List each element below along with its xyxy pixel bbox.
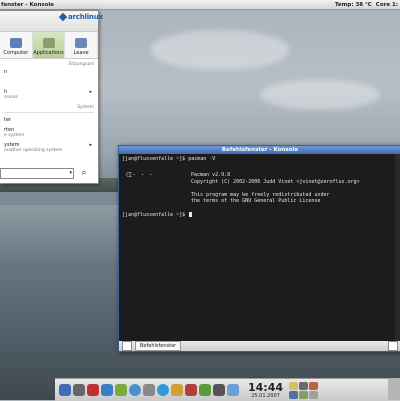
window-titlebar[interactable]: Befehlsfenster - Konsole bbox=[119, 146, 400, 154]
terminal-prompt: [jan@flussenfalle ~]$ bbox=[122, 212, 189, 218]
konsole-tabbar: Befehlsfenster bbox=[119, 341, 400, 351]
session-tab[interactable]: Befehlsfenster bbox=[135, 341, 182, 351]
clock-time: 14:44 bbox=[248, 380, 284, 394]
launcher-icon[interactable] bbox=[213, 384, 225, 396]
text-cursor bbox=[189, 212, 193, 217]
chevron-down-icon[interactable]: ▾ bbox=[69, 170, 72, 176]
tab-applications[interactable]: Applications bbox=[32, 32, 66, 58]
arch-logo-icon bbox=[58, 12, 68, 22]
cloud bbox=[150, 30, 290, 70]
terminal-line: [jan@flussenfalle ~]$ pacman -V bbox=[122, 156, 216, 162]
launcher-icon[interactable] bbox=[59, 384, 71, 396]
search-icon[interactable]: ⌕ bbox=[77, 167, 91, 179]
menu-item-submenu[interactable]: h ▸ ssions bbox=[0, 87, 98, 102]
tray-icon[interactable] bbox=[309, 381, 319, 390]
menu-header: archlinux bbox=[0, 11, 103, 32]
menu-tabs: Computer Applications Leave bbox=[0, 32, 99, 59]
archlinux-logo: archlinux bbox=[58, 12, 103, 22]
menu-item-description: e system bbox=[4, 133, 25, 138]
launcher-icon[interactable] bbox=[87, 384, 99, 396]
terminal-line: Copyright (C) 2002-2006 Judd Vinet <jvin… bbox=[191, 178, 360, 185]
tab-label: Leave bbox=[73, 50, 89, 56]
close-tab-button[interactable] bbox=[388, 341, 398, 351]
menu-search-row: ▾ ⌕ bbox=[0, 167, 98, 179]
system-tray bbox=[289, 381, 323, 399]
application-launcher-menu: archlinux Computer Applications Leave Si… bbox=[0, 10, 103, 184]
leave-icon bbox=[75, 38, 88, 48]
clock-date: 25.01.2007 bbox=[251, 392, 280, 399]
search-input[interactable] bbox=[1, 169, 65, 176]
divider bbox=[4, 112, 94, 113]
launcher-icon[interactable] bbox=[143, 384, 155, 396]
launcher-icon[interactable] bbox=[199, 384, 211, 396]
active-window-title[interactable]: fenster - Konsole bbox=[0, 2, 54, 8]
launcher-icon[interactable] bbox=[101, 384, 113, 396]
launcher-icon[interactable] bbox=[227, 384, 239, 396]
menu-item[interactable] bbox=[0, 77, 98, 87]
menu-item-submenu[interactable]: ystem ▸ another operating system bbox=[0, 140, 98, 155]
tab-label: Applications bbox=[33, 50, 64, 56]
new-tab-button[interactable] bbox=[122, 341, 132, 351]
menu-item-label: ter bbox=[4, 117, 12, 123]
terminal-scrollbar[interactable] bbox=[395, 154, 400, 341]
tab-computer[interactable]: Computer bbox=[0, 32, 33, 58]
menu-item[interactable]: rten e system bbox=[0, 125, 98, 140]
tab-label: Computer bbox=[3, 50, 29, 56]
launcher-icon[interactable] bbox=[73, 384, 85, 396]
tray-icon[interactable] bbox=[289, 381, 299, 390]
menu-item-label: n bbox=[4, 69, 8, 75]
logo-text: archlinux bbox=[68, 13, 103, 21]
session-tab-label: Befehlsfenster bbox=[140, 343, 177, 349]
temperature-monitor: Temp: 38 °C bbox=[334, 1, 372, 8]
clock[interactable]: 14:44 25.01.2007 bbox=[248, 382, 283, 399]
terminal-line: [jan@flussenfalle ~]$ bbox=[122, 212, 193, 219]
computer-icon bbox=[9, 38, 22, 48]
tray-icon[interactable] bbox=[309, 390, 319, 399]
pacman-icon: ᗧ· · · bbox=[126, 171, 153, 179]
tray-icon[interactable] bbox=[289, 390, 299, 399]
cloud bbox=[260, 80, 380, 110]
search-field[interactable]: ▾ bbox=[0, 167, 74, 179]
konsole-window: Befehlsfenster - Konsole [jan@flussenfal… bbox=[118, 145, 400, 352]
menu-item-description: another operating system bbox=[4, 148, 63, 153]
chevron-right-icon: ▸ bbox=[89, 142, 92, 148]
chevron-right-icon: ▸ bbox=[89, 89, 92, 95]
section-system: System bbox=[77, 105, 94, 110]
launcher-icon[interactable] bbox=[115, 384, 127, 396]
menu-item-description: ssions bbox=[4, 95, 18, 100]
tray-icon[interactable] bbox=[299, 381, 309, 390]
terminal-area[interactable]: [jan@flussenfalle ~]$ pacman -V ᗧ· · · P… bbox=[119, 154, 400, 341]
pacman-info: Pacman v2.9.8 Copyright (C) 2002-2006 Jud… bbox=[191, 172, 360, 205]
bottom-panel: 14:44 25.01.2007 bbox=[55, 378, 400, 401]
launcher-icon[interactable] bbox=[185, 384, 197, 396]
menu-item[interactable]: n bbox=[0, 67, 98, 77]
applications-icon bbox=[42, 38, 55, 48]
top-panel: fenster - Konsole Temp: 38 °C Core 1: bbox=[0, 0, 400, 10]
cpu-core-monitor: Core 1: bbox=[375, 1, 398, 8]
terminal-line: the terms of the GNU General Public Lice… bbox=[191, 198, 321, 204]
menu-item[interactable]: ter bbox=[0, 115, 98, 125]
launcher-icon[interactable] bbox=[171, 384, 183, 396]
panel-corner bbox=[388, 378, 400, 400]
launcher-icon[interactable] bbox=[129, 384, 141, 396]
tab-leave[interactable]: Leave bbox=[65, 32, 99, 58]
tray-icon[interactable] bbox=[299, 390, 309, 399]
launcher-icon[interactable] bbox=[157, 384, 169, 396]
